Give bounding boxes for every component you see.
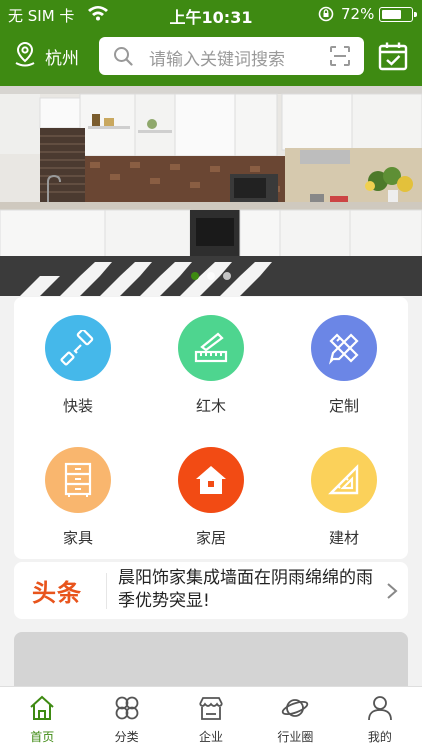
tab-label: 企业 (199, 730, 224, 744)
carousel-dot[interactable] (207, 272, 215, 280)
tab-label: 行业圈 (277, 730, 314, 744)
category-icon-bg (311, 315, 377, 381)
category-hongmu[interactable]: 红木 (161, 315, 261, 425)
banner-carousel[interactable] (0, 86, 422, 296)
category-label: 红木 (195, 397, 226, 415)
battery-percent: 72% (341, 5, 375, 23)
category-grid: 快装 红木 定制 家具 家居 建材 (14, 297, 408, 559)
tab-label: 分类 (114, 730, 139, 744)
category-label: 快装 (62, 397, 93, 415)
user-tab-icon (366, 696, 394, 725)
carousel-dot[interactable] (191, 272, 199, 280)
pencil-ruler-icon (328, 333, 359, 365)
scan-icon[interactable] (330, 46, 350, 70)
category-label: 建材 (328, 529, 359, 547)
category-icon-bg (178, 315, 244, 381)
category-jiancai[interactable]: 建材 (294, 447, 394, 557)
category-label: 家具 (62, 529, 93, 547)
check-in-calendar-icon[interactable] (378, 41, 408, 75)
category-icon-bg (178, 447, 244, 513)
triangle-ruler-icon (328, 464, 359, 495)
kitchen-banner-image (0, 86, 422, 296)
category-icon-bg (45, 447, 111, 513)
carousel-indicator (0, 272, 422, 280)
search-icon (113, 46, 133, 70)
headline-text[interactable]: 晨阳饰家集成墙面在阴雨绵绵的雨季优势突显! (118, 567, 386, 613)
location-selector[interactable]: 杭州 (13, 41, 79, 71)
content-card-placeholder (14, 632, 408, 692)
category-label: 家居 (195, 529, 226, 547)
planet-tab-icon (281, 699, 309, 725)
home-tab-icon (28, 695, 56, 725)
rotation-lock-icon (318, 6, 334, 26)
carousel-dot[interactable] (223, 272, 231, 280)
category-dingzhi[interactable]: 定制 (294, 315, 394, 425)
city-label: 杭州 (45, 48, 79, 69)
status-bar: 无 SIM 卡 上午10:31 72% (0, 0, 422, 28)
tab-label: 我的 (367, 730, 392, 744)
location-pin-icon (13, 41, 37, 71)
tab-industry-circle[interactable]: 行业圈 (253, 687, 337, 750)
headline-tag: 头条 (32, 578, 82, 607)
tab-profile[interactable]: 我的 (338, 687, 422, 750)
tab-home[interactable]: 首页 (0, 687, 84, 750)
tab-label: 首页 (30, 730, 55, 744)
headline-news-bar[interactable]: 头条 晨阳饰家集成墙面在阴雨绵绵的雨季优势突显! (14, 562, 408, 619)
shop-tab-icon (197, 697, 225, 725)
battery-icon (379, 7, 417, 22)
category-tab-icon (113, 696, 141, 725)
search-box[interactable]: 请输入关键词搜索 (99, 37, 364, 75)
home-icon (196, 466, 226, 494)
category-icon-bg (311, 447, 377, 513)
chevron-right-icon[interactable] (386, 582, 398, 604)
category-jiaju-furniture[interactable]: 家具 (28, 447, 128, 557)
category-icon-bg (45, 315, 111, 381)
tab-enterprise[interactable]: 企业 (169, 687, 253, 750)
ruler-pencil-icon (194, 332, 228, 363)
category-kuaizhuang[interactable]: 快装 (28, 315, 128, 425)
divider (106, 573, 107, 609)
tab-category[interactable]: 分类 (84, 687, 168, 750)
search-input[interactable]: 请输入关键词搜索 (149, 45, 285, 70)
category-label: 定制 (328, 397, 359, 415)
bottom-tab-bar: 首页 分类 企业 行业圈 我的 (0, 686, 422, 750)
top-bar: 无 SIM 卡 上午10:31 72% 杭州 请输入关键词搜索 (0, 0, 422, 86)
category-jiaju-home[interactable]: 家居 (161, 447, 261, 557)
paint-roller-icon (60, 330, 94, 366)
cabinet-icon (64, 462, 92, 497)
